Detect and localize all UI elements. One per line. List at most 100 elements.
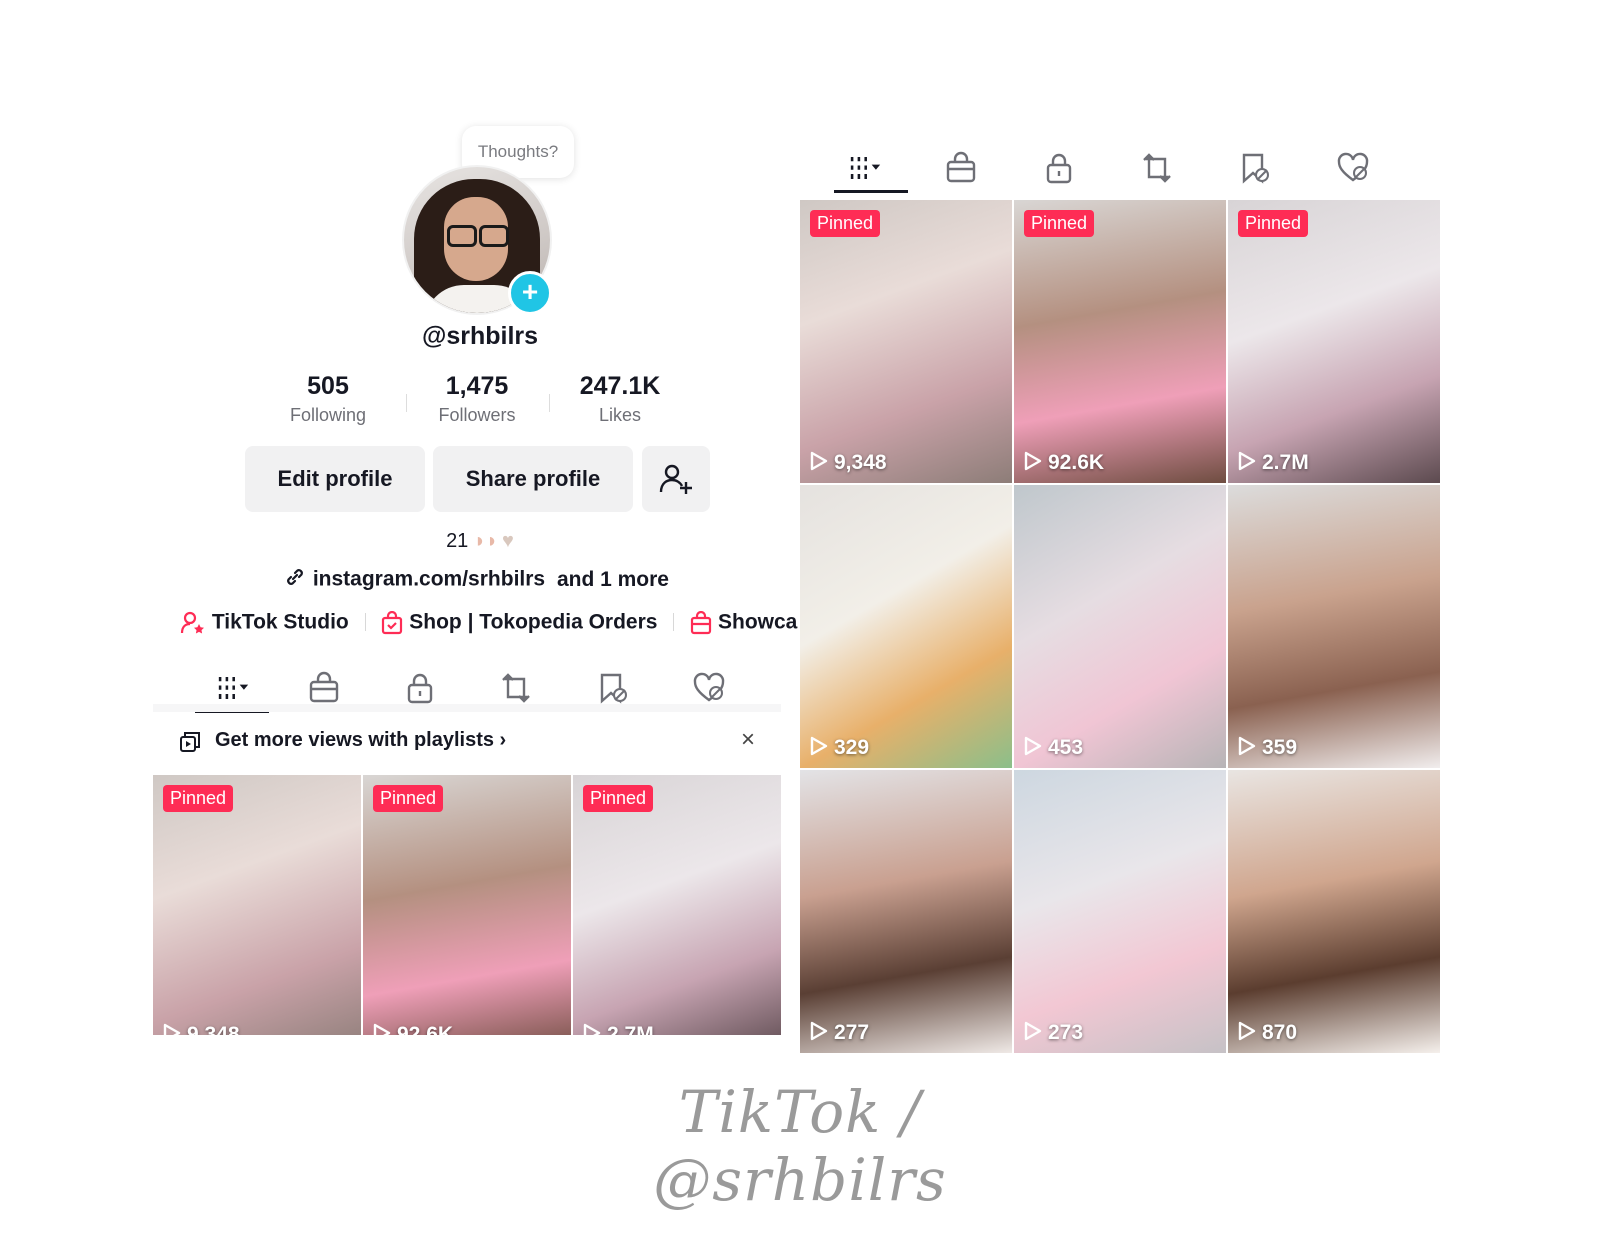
tab-videos[interactable] [819,143,909,193]
right-video-grid: Pinned 9,348 Pinned 92.6K Pinned 2.7M 329 453 35… [800,200,1442,1053]
stat-followers-label: Followers [438,405,516,425]
view-count: 9,348 [163,1023,240,1035]
stat-likes[interactable]: 247.1K Likes [550,372,690,426]
play-icon [810,1021,828,1041]
heart-hidden-icon [1337,152,1369,182]
tab-reposts[interactable] [1112,143,1202,193]
tab-private[interactable] [1014,143,1104,193]
lock-icon [1046,153,1072,184]
add-story-plus-icon[interactable]: + [508,271,552,315]
shop-orders-icon [381,610,409,634]
tab-favorites[interactable] [1210,143,1300,193]
bio-age: 21 [446,530,469,552]
pinned-badge: Pinned [163,785,234,812]
play-icon [1238,736,1256,756]
tab-liked[interactable] [1308,143,1398,193]
view-count: 329 [810,736,869,760]
edit-profile-button[interactable]: Edit profile [245,446,425,512]
video-thumbnail[interactable]: Pinned 92.6K [1014,200,1226,483]
ballet-shoes-emoji-icon: ◗◗ [473,530,499,552]
view-count: 359 [1238,736,1297,760]
stat-following[interactable]: 505 Following [258,372,398,426]
repost-icon [1143,153,1171,183]
view-count-value: 92.6K [397,1023,454,1035]
video-thumbnail[interactable]: 329 [800,485,1012,768]
pinned-badge: Pinned [373,785,444,812]
stat-followers[interactable]: 1,475 Followers [407,372,547,426]
view-count-value: 277 [834,1021,870,1044]
playlist-banner[interactable]: Get more views with playlists › × [153,714,781,768]
bio-link-more[interactable]: and 1 more [557,568,669,591]
video-thumbnail[interactable]: 359 [1228,485,1440,768]
video-thumbnail[interactable]: Pinned 2.7M [1228,200,1440,483]
pinned-badge: Pinned [1238,210,1309,237]
view-count-value: 9,348 [834,451,887,474]
showcase-icon [690,610,718,634]
play-icon [810,736,828,756]
video-thumbnail[interactable]: Pinned 92.6K [363,775,571,1035]
tab-divider [153,704,781,712]
play-icon [810,451,828,471]
bookmark-hidden-icon [1242,153,1269,184]
bio-text: 21 ◗◗ ♥ [380,530,580,553]
view-count: 9,348 [810,451,887,475]
view-count: 2.7M [583,1023,654,1035]
view-count: 273 [1024,1021,1083,1045]
view-count-value: 453 [1048,736,1084,759]
repost-icon [502,673,530,703]
video-thumbnail[interactable]: 273 [1014,770,1226,1053]
white-heart-emoji-icon: ♥ [502,530,514,552]
video-thumbnail[interactable]: 277 [800,770,1012,1053]
playlist-banner-text: Get more views with playlists [215,729,494,751]
add-user-icon [659,464,692,494]
view-count-value: 92.6K [1048,451,1105,474]
play-icon [583,1023,601,1035]
pinned-badge: Pinned [1024,210,1095,237]
view-count: 453 [1024,736,1083,760]
add-friends-button[interactable] [642,446,710,512]
play-icon [1238,451,1256,471]
bio-link-text[interactable]: instagram.com/srhbilrs [313,568,545,591]
video-thumbnail[interactable]: Pinned 9,348 [153,775,361,1035]
view-count-value: 359 [1262,736,1298,759]
pinned-badge: Pinned [583,785,654,812]
tiktok-studio-link[interactable]: TikTok Studio [212,610,349,633]
grid-filter-icon [218,676,249,700]
play-icon [1024,736,1042,756]
video-thumbnail[interactable]: 453 [1014,485,1226,768]
left-video-grid: Pinned 9,348 Pinned 92.6K Pinned 2.7M [153,775,781,1035]
tab-shop[interactable] [916,143,1006,193]
link-icon [285,567,307,593]
shortcut-divider [673,613,675,632]
playlist-icon [180,732,200,752]
stat-following-value: 505 [307,372,349,400]
avatar[interactable]: + [402,165,552,315]
shopping-bag-icon [946,151,976,183]
shop-orders-link[interactable]: Shop | Tokopedia Orders [409,610,657,633]
play-icon [1238,1021,1256,1041]
stat-followers-value: 1,475 [445,372,509,400]
video-thumbnail[interactable]: Pinned 2.7M [573,775,781,1035]
shopping-bag-icon [309,671,339,703]
profile-tabs-right [800,143,1428,193]
lock-icon [407,673,433,704]
view-count-value: 9,348 [187,1023,240,1035]
video-thumbnail[interactable]: Pinned 9,348 [800,200,1012,483]
active-tab-indicator [834,190,908,193]
shortcut-divider [364,613,366,632]
view-count: 92.6K [1024,451,1104,475]
tiktok-studio-icon [180,610,212,634]
view-count-value: 2.7M [1262,451,1309,474]
stat-likes-value: 247.1K [579,372,661,400]
share-profile-button[interactable]: Share profile [433,446,633,512]
video-thumbnail[interactable]: 870 [1228,770,1440,1053]
chevron-right-icon: › [499,729,507,751]
play-icon [1024,1021,1042,1041]
view-count-value: 870 [1262,1021,1298,1044]
profile-username: @srhbilrs [421,322,539,350]
view-count: 2.7M [1238,451,1309,475]
showcase-link[interactable]: Showca [718,610,797,633]
close-icon[interactable]: × [741,726,755,754]
bio-link[interactable]: instagram.com/srhbilrs and 1 more [285,567,685,593]
play-icon [163,1023,181,1035]
